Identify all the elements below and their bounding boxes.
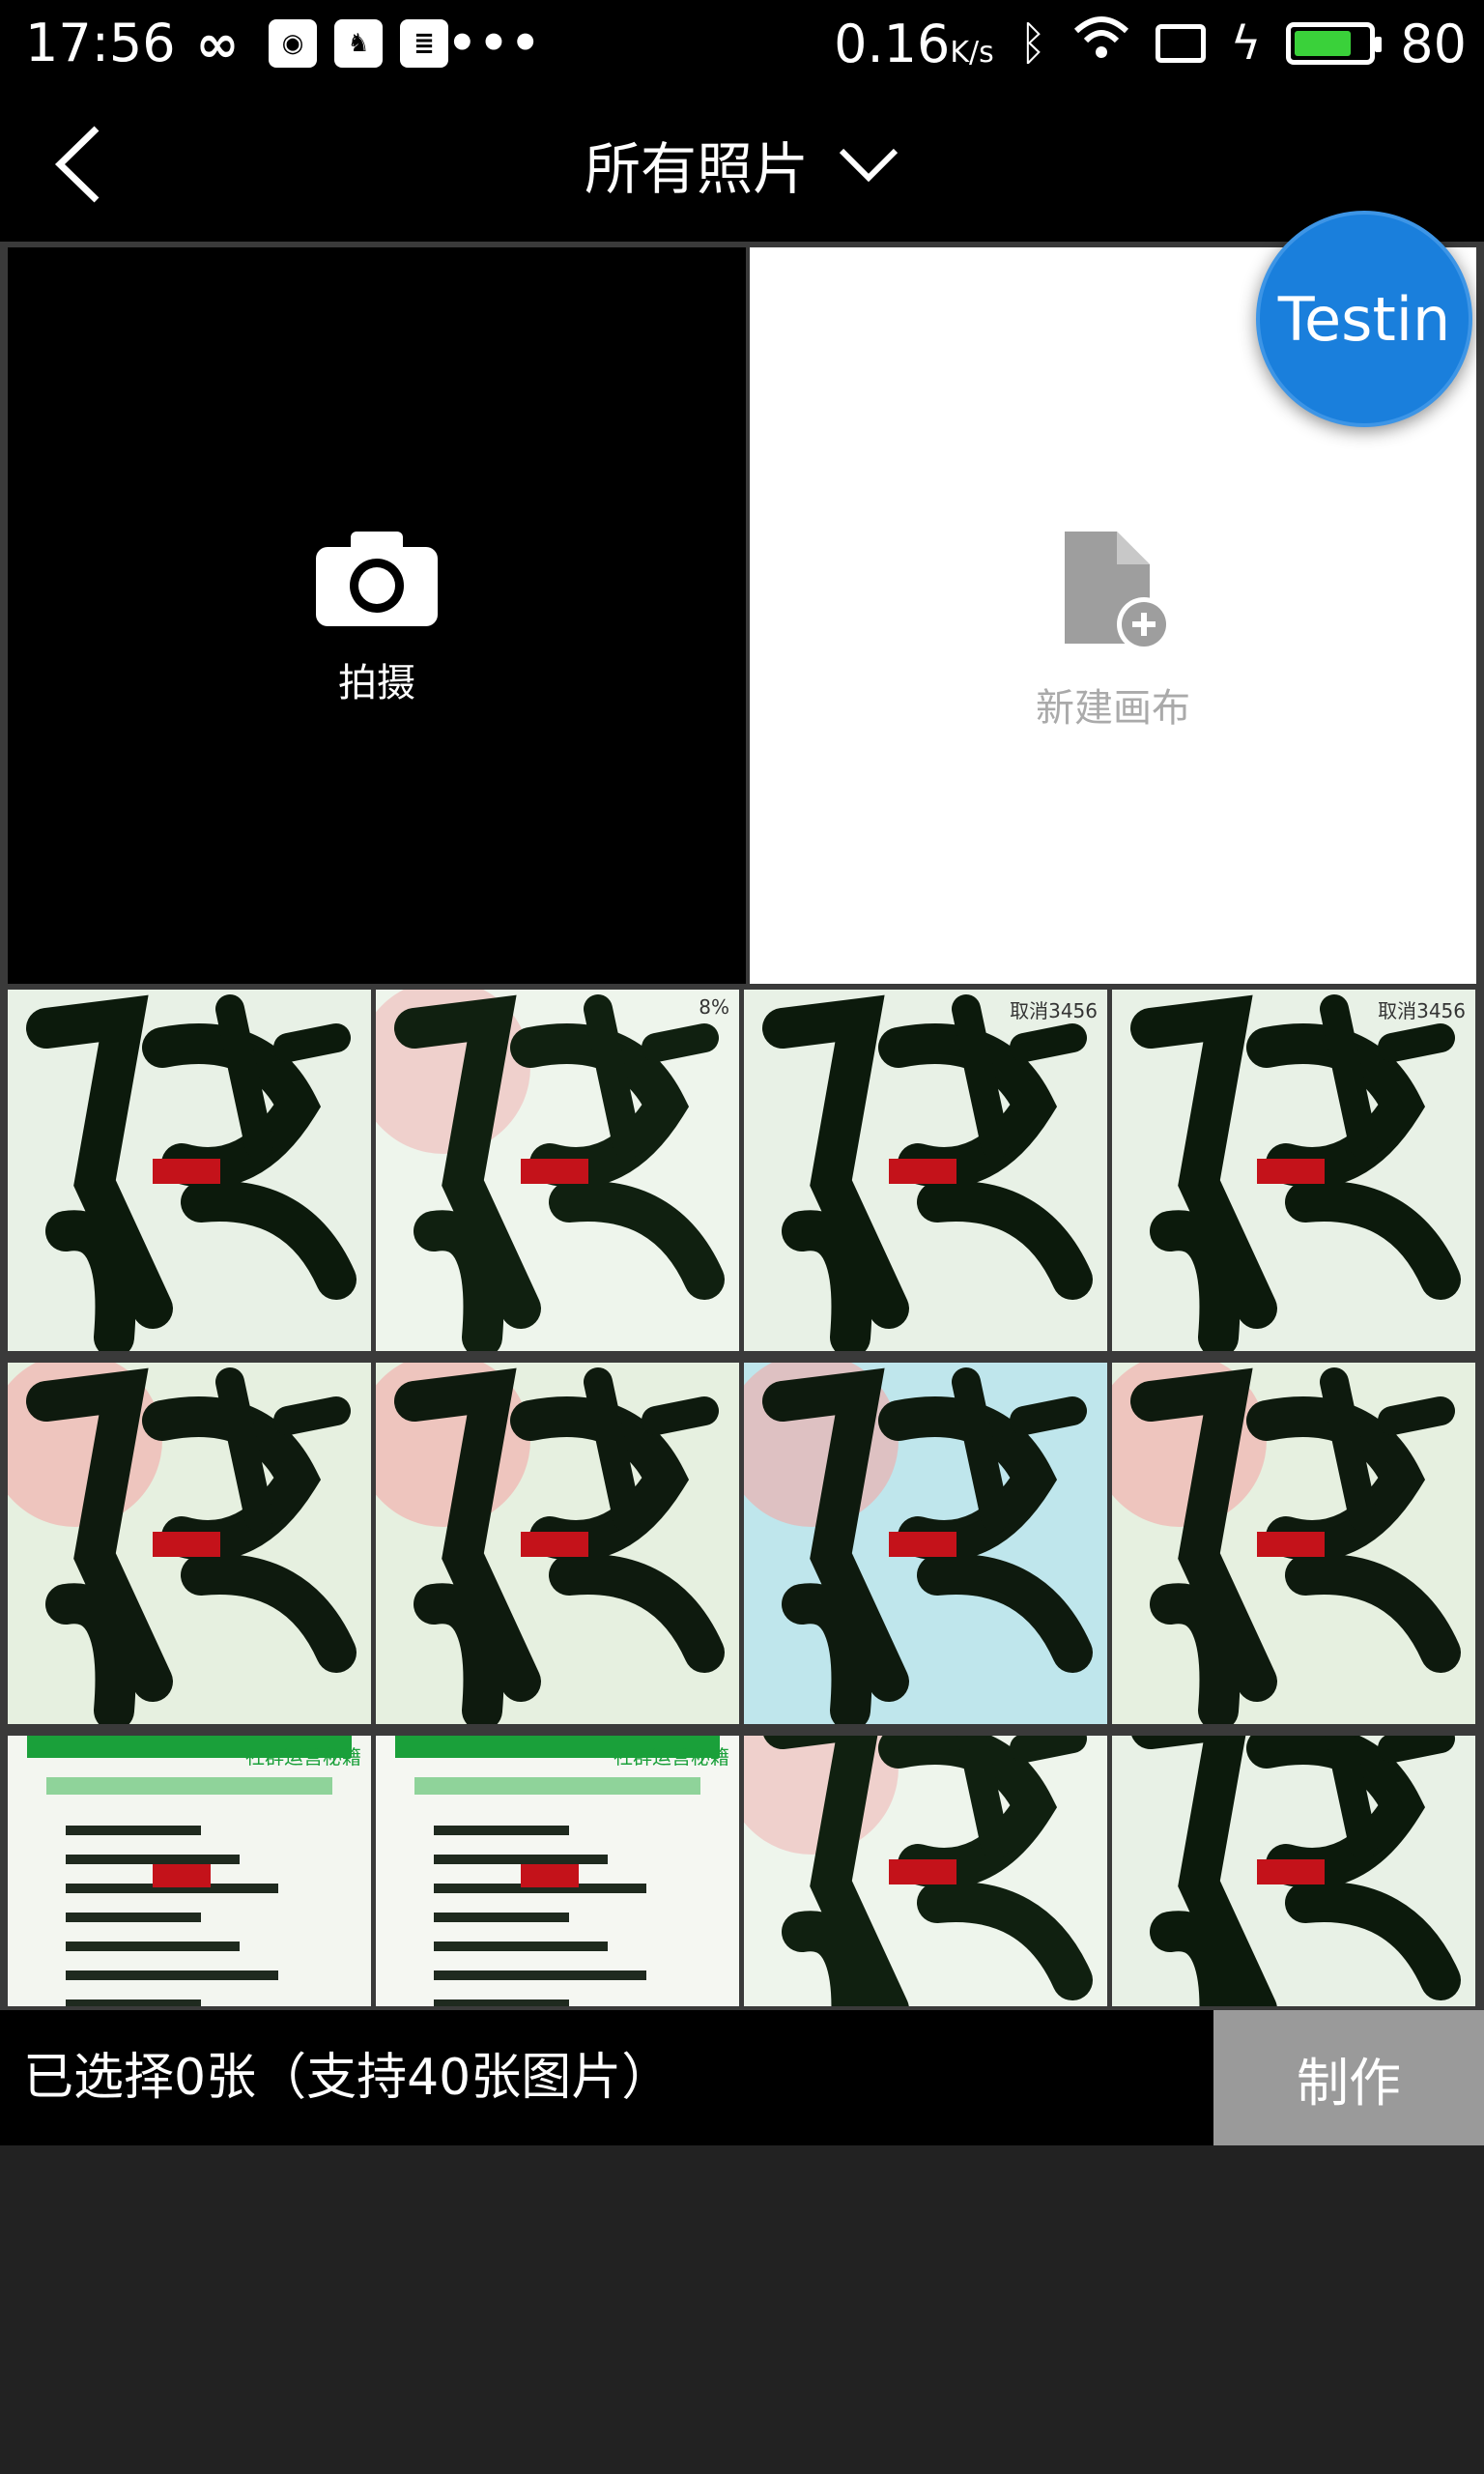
thumbnail-text: 取消3456: [1010, 999, 1098, 1022]
photo-thumbnail[interactable]: [744, 1363, 1107, 1724]
more-dots-icon: •••: [446, 16, 543, 71]
photo-thumbnail[interactable]: 社群运营秘籍: [8, 1736, 371, 2006]
thumbnail-text: 社群运营秘籍: [245, 1745, 361, 1769]
news-icon: ≣: [400, 19, 448, 68]
status-bar: 17:56 ∞ ◉ ♞ ≣ ••• 0.16K/s ᛒ ϟ 80: [0, 0, 1484, 87]
weibo-icon: ◉: [269, 19, 317, 68]
uc-browser-icon: ♞: [334, 19, 383, 68]
page-title: 所有照片: [584, 136, 809, 202]
chevron-down-icon: [838, 145, 899, 184]
camera-icon: [316, 532, 438, 626]
battery-icon: [1286, 22, 1383, 65]
thumbnail-text: 社群运营秘籍: [614, 1745, 729, 1769]
make-button[interactable]: 制作: [1213, 2010, 1484, 2145]
battery-fill: [1295, 31, 1351, 56]
camera-tile[interactable]: 拍摄: [8, 247, 746, 984]
photo-thumbnail[interactable]: 8%: [376, 990, 739, 1351]
status-right: 0.16K/s ᛒ ϟ 80: [834, 12, 1467, 75]
photo-thumbnail[interactable]: [8, 1363, 371, 1724]
file-add-icon: [1065, 532, 1171, 651]
selection-count: 已选择0张（支持40张图片）: [23, 2049, 672, 2107]
bottom-bar: 已选择0张（支持40张图片） 制作: [0, 2010, 1484, 2145]
photo-grid: 拍摄 新建画布 8% 取消3456 取消3456 社群运营秘籍 社群运营秘籍: [0, 242, 1484, 2010]
status-time: 17:56: [25, 13, 176, 73]
notification-icons: ∞ ◉ ♞ ≣ •••: [184, 13, 543, 74]
photo-thumbnail[interactable]: [376, 1363, 739, 1724]
loop-icon: ∞: [195, 13, 240, 74]
screen-icon: [1155, 24, 1206, 63]
charging-icon: ϟ: [1230, 16, 1262, 71]
bluetooth-icon: ᛒ: [1018, 16, 1047, 71]
battery-percent: 80: [1400, 13, 1467, 74]
camera-label: 拍摄: [338, 661, 415, 705]
photo-thumbnail[interactable]: 社群运营秘籍: [376, 1736, 739, 2006]
photo-thumbnail[interactable]: 取消3456: [1112, 990, 1475, 1351]
thumbnail-text: 8%: [699, 995, 729, 1019]
photo-thumbnail[interactable]: 取消3456: [744, 990, 1107, 1351]
photo-thumbnail[interactable]: [8, 990, 371, 1351]
title-bar: 所有照片: [0, 87, 1484, 242]
photo-thumbnail[interactable]: [1112, 1363, 1475, 1724]
photo-thumbnail[interactable]: [744, 1736, 1107, 2006]
photo-thumbnail[interactable]: [1112, 1736, 1475, 2006]
network-speed: 0.16K/s: [834, 13, 994, 74]
wifi-icon: [1072, 14, 1130, 73]
testin-badge[interactable]: Testin: [1256, 211, 1472, 427]
new-canvas-label: 新建画布: [1036, 686, 1190, 731]
thumbnail-text: 取消3456: [1378, 999, 1466, 1022]
album-selector[interactable]: 所有照片: [0, 87, 1484, 242]
